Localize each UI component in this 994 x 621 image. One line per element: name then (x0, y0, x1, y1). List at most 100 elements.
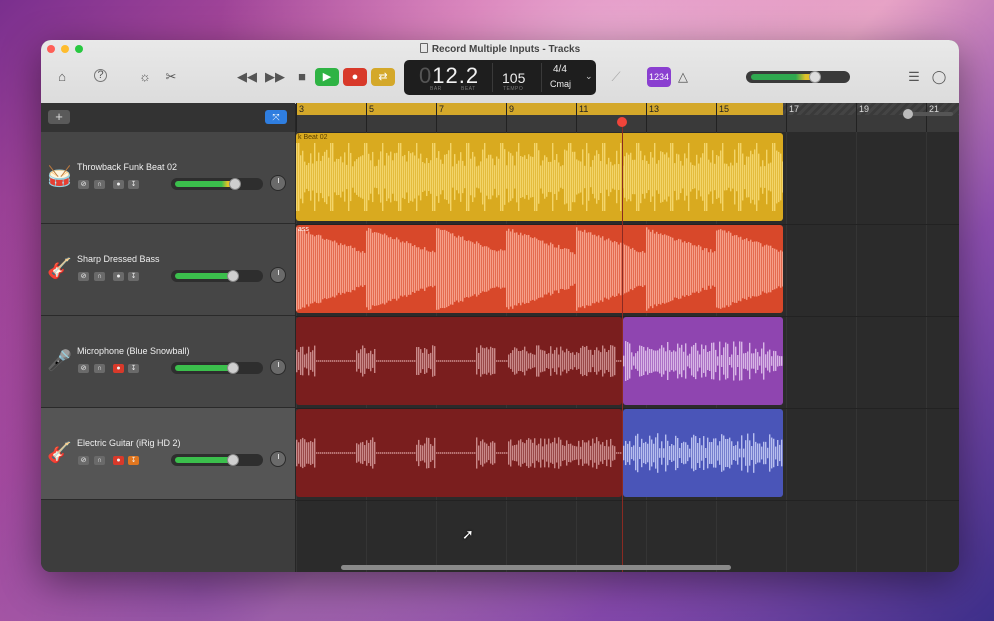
lcd-bar-label: BAR (430, 86, 442, 92)
note-pad-icon[interactable]: ☰ (905, 69, 923, 85)
input-monitor-icon[interactable]: ↧ (128, 364, 139, 373)
track-volume-knob[interactable] (227, 454, 239, 466)
ruler[interactable]: 3 5 7 9 11 13 15 17 19 21 (296, 103, 959, 132)
record-enable-icon[interactable]: ● (113, 364, 124, 373)
region-name: ass (298, 226, 309, 233)
horizontal-scrollbar[interactable] (341, 565, 731, 570)
toolbar: Record Multiple Inputs - Tracks ⌂ ? ☼ ✂ … (41, 40, 959, 104)
mute-icon[interactable]: ⊘ (78, 456, 89, 465)
add-track-button[interactable]: + (48, 110, 70, 124)
track-volume-slider[interactable] (171, 178, 263, 190)
headphones-icon[interactable]: ∩ (94, 364, 105, 373)
master-volume-slider[interactable] (746, 71, 850, 83)
help-icon[interactable]: ? (94, 69, 107, 82)
track-volume-slider[interactable] (171, 270, 263, 282)
ruler-bar-number: 5 (369, 104, 375, 114)
fast-forward-button[interactable]: ▶▶ (265, 69, 285, 85)
ruler-bar-number: 9 (509, 104, 515, 114)
chevron-down-icon[interactable]: ⌄ (585, 71, 593, 82)
recording-region[interactable] (623, 409, 783, 497)
zoom-knob[interactable] (903, 109, 913, 119)
record-button[interactable]: ● (343, 68, 367, 86)
audio-region[interactable]: ass (296, 225, 783, 313)
input-monitor-icon[interactable]: ↧ (128, 180, 139, 189)
tracks-area[interactable]: 3 5 7 9 11 13 15 17 19 21 k Beat 02 ass (296, 103, 959, 572)
metronome-icon[interactable]: △ (674, 69, 692, 85)
headphones-icon[interactable]: ∩ (94, 456, 105, 465)
play-button[interactable]: ▶ (315, 68, 339, 86)
mute-icon[interactable]: ⊘ (78, 364, 89, 373)
track-volume-slider[interactable] (171, 454, 263, 466)
lcd-tempo-label: TEMPO (503, 86, 524, 92)
lcd-time-signature: 4/4 (553, 64, 567, 75)
loop-browser-icon[interactable]: ◯ (930, 69, 948, 85)
track-name: Microphone (Blue Snowball) (77, 346, 190, 356)
playhead[interactable] (617, 117, 627, 127)
track-header[interactable]: 🎸 Electric Guitar (iRig HD 2) ⊘ ∩ ● ↧ (41, 408, 295, 500)
window-title: Record Multiple Inputs - Tracks (41, 43, 959, 55)
track-headers: + ⤧ 🥁 Throwback Funk Beat 02 ⊘ ∩ ● ↧ 🎸 S… (41, 103, 295, 572)
record-enable-icon[interactable]: ● (113, 456, 124, 465)
track-volume-fill (175, 365, 235, 371)
track-header-toolbar: + ⤧ (41, 103, 295, 133)
tuner-icon[interactable]: ⟋ (607, 69, 625, 85)
library-icon[interactable]: ⌂ (53, 69, 71, 85)
track-header[interactable]: 🥁 Throwback Funk Beat 02 ⊘ ∩ ● ↧ (41, 132, 295, 224)
input-monitor-icon[interactable]: ↧ (128, 456, 139, 465)
master-volume-fill (751, 74, 815, 80)
track-volume-knob[interactable] (229, 178, 241, 190)
lcd-tempo: 105 (502, 70, 526, 86)
bass-guitar-icon: 🎸 (47, 258, 72, 280)
headphones-icon[interactable]: ∩ (94, 180, 105, 189)
track-volume-slider[interactable] (171, 362, 263, 374)
pan-knob[interactable] (270, 175, 286, 191)
track-lane[interactable] (296, 316, 959, 409)
rewind-button[interactable]: ◀◀ (237, 69, 257, 85)
document-icon (419, 43, 428, 53)
catch-playhead-button[interactable]: ⤧ (265, 110, 287, 124)
mute-icon[interactable]: ⊘ (78, 272, 89, 281)
track-lane[interactable]: k Beat 02 (296, 132, 959, 225)
input-monitor-icon[interactable]: ↧ (128, 272, 139, 281)
audio-region[interactable]: k Beat 02 (296, 133, 783, 221)
lcd-separator (541, 63, 542, 92)
track-header[interactable]: 🎸 Sharp Dressed Bass ⊘ ∩ ● ↧ (41, 224, 295, 316)
lcd-display[interactable]: 012.2 BAR BEAT 105 TEMPO 4/4 Cmaj ⌄ (404, 60, 596, 95)
ruler-bar-number: 19 (859, 104, 870, 114)
stop-button[interactable]: ■ (293, 69, 311, 85)
mouse-cursor-icon: ➚ (462, 526, 474, 542)
mute-icon[interactable]: ⊘ (78, 180, 89, 189)
count-in-button[interactable]: 1234 (647, 67, 671, 87)
region-name: k Beat 02 (298, 134, 328, 141)
track-volume-fill (175, 457, 235, 463)
zoom-slider[interactable] (903, 109, 953, 119)
track-lane[interactable]: ass (296, 224, 959, 317)
audio-region[interactable] (296, 317, 622, 405)
electric-guitar-icon: 🎸 (47, 442, 72, 464)
track-header[interactable]: 🎤 Microphone (Blue Snowball) ⊘ ∩ ● ↧ (41, 316, 295, 408)
record-enable-icon[interactable]: ● (113, 272, 124, 281)
recording-region[interactable] (623, 317, 783, 405)
track-volume-knob[interactable] (227, 362, 239, 374)
master-volume-knob[interactable] (808, 71, 821, 83)
smart-controls-icon[interactable]: ☼ (136, 69, 154, 85)
playhead-line (622, 126, 623, 572)
ruler-bar-number: 7 (439, 104, 445, 114)
editors-icon[interactable]: ✂ (162, 69, 180, 85)
lcd-key: Cmaj (550, 79, 572, 89)
pan-knob[interactable] (270, 267, 286, 283)
ruler-bar-number: 11 (579, 104, 589, 114)
microphone-icon: 🎤 (47, 350, 72, 372)
track-name: Sharp Dressed Bass (77, 254, 160, 264)
cycle-button[interactable]: ⇄ (371, 68, 395, 86)
track-lane[interactable] (296, 408, 959, 501)
ruler-bar-number: 13 (649, 104, 660, 114)
pan-knob[interactable] (270, 359, 286, 375)
track-volume-knob[interactable] (227, 270, 239, 282)
pan-knob[interactable] (270, 451, 286, 467)
headphones-icon[interactable]: ∩ (94, 272, 105, 281)
ruler-bar-number: 15 (719, 104, 730, 114)
audio-region[interactable] (296, 409, 622, 497)
track-volume-fill (175, 181, 237, 187)
record-enable-icon[interactable]: ● (113, 180, 124, 189)
